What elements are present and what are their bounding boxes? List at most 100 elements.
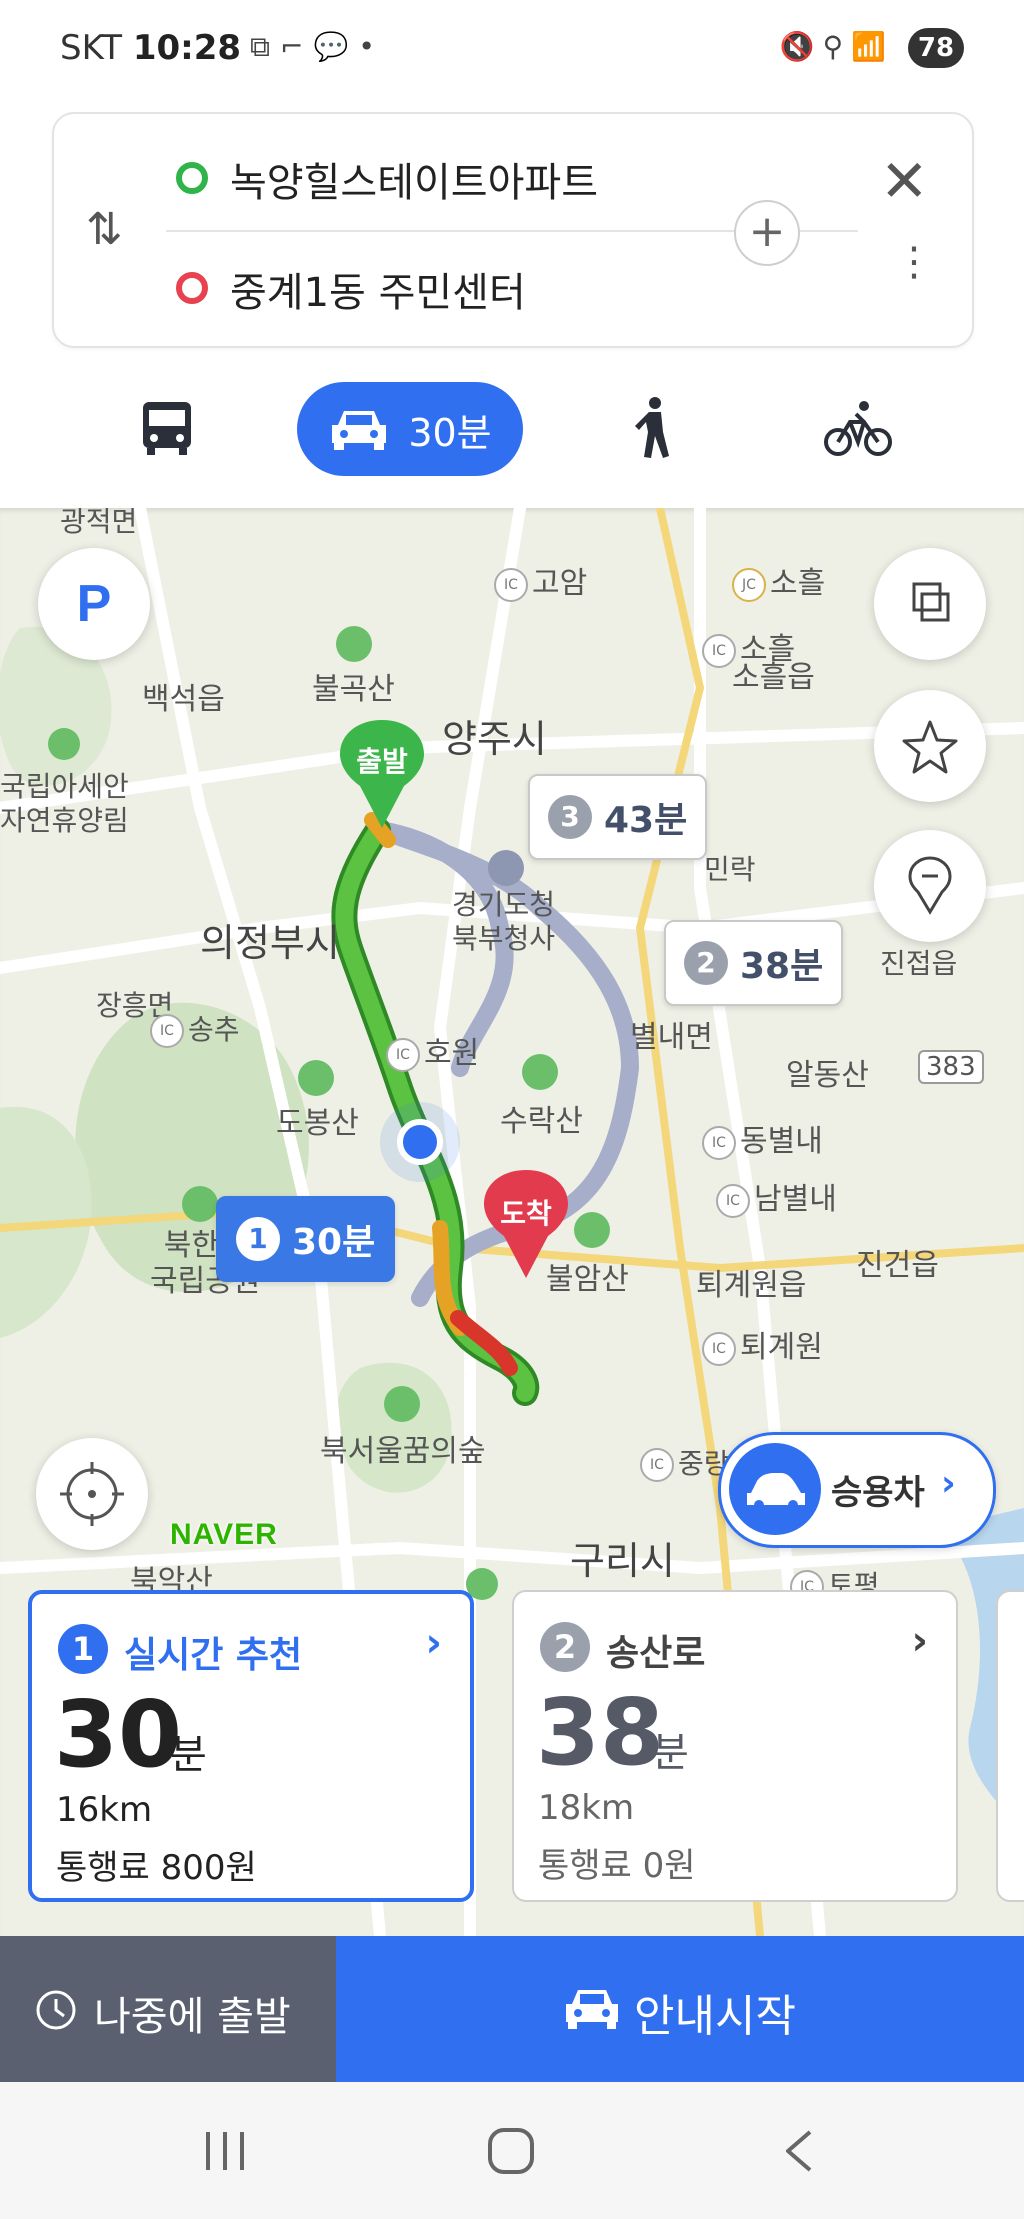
map-label: 국립아세안 자연휴양림	[0, 770, 129, 837]
car-icon	[332, 411, 387, 450]
talk-icon: 💬	[313, 30, 359, 63]
map-label: IC 동별내	[702, 1116, 823, 1160]
ic-icon: IC	[716, 1183, 750, 1218]
tab-bike[interactable]	[822, 382, 894, 476]
battery-indicator: 78	[908, 28, 964, 68]
location-icon: ⚲	[822, 30, 852, 63]
layers-icon	[912, 582, 950, 622]
map-label: IC 고암	[494, 558, 587, 602]
screenshot-icon: ⧉	[250, 30, 280, 63]
status-carrier: SKT 10:28	[60, 28, 242, 68]
ic-icon: IC	[150, 1014, 184, 1048]
route-card-2[interactable]: 2 송산로 › 38 분 18km 통행료 0원	[512, 1590, 958, 1902]
system-icons: 🔇⚲📶	[780, 30, 894, 63]
route-time: 38	[536, 1679, 665, 1786]
destination-field[interactable]: 중계1동 주민센터	[230, 260, 526, 318]
my-location-button[interactable]	[36, 1438, 148, 1550]
bus-icon	[143, 402, 191, 455]
depart-later-button[interactable]: 나중에 출발	[0, 1936, 336, 2082]
map-label: 양주시	[442, 717, 547, 761]
star-icon	[902, 720, 958, 774]
jc-icon: JC	[732, 567, 766, 602]
chevron-right-icon: ›	[911, 1618, 928, 1664]
tab-walk[interactable]	[622, 382, 684, 476]
vehicle-type-button[interactable]: 승용차 ›	[718, 1432, 996, 1548]
place-button[interactable]	[874, 830, 986, 942]
car-icon	[566, 1990, 618, 2029]
map-label: JC 소흘	[732, 558, 825, 602]
origin-field[interactable]: 녹양힐스테이트아파트	[230, 150, 598, 208]
ic-icon: IC	[702, 1331, 736, 1366]
map-label: 알동산	[786, 1058, 869, 1093]
wifi-icon: 📶	[851, 30, 894, 63]
map-label: IC 송추	[150, 1008, 240, 1048]
crosshair-icon	[60, 1462, 124, 1526]
start-navigation-label: 안내시작	[634, 1991, 796, 2042]
route-distance: 18km	[538, 1788, 635, 1828]
status-time: 10:28	[132, 28, 242, 68]
route-bubble-3[interactable]: 3 43분	[528, 774, 708, 860]
chevron-right-icon: ›	[425, 1620, 442, 1666]
destination-dot-icon	[176, 272, 208, 304]
swap-icon[interactable]: ⇅	[86, 204, 123, 255]
pin-icon	[908, 856, 952, 915]
map-label: 별내면	[630, 1020, 713, 1055]
route-bubble-1[interactable]: 1 30분	[216, 1196, 396, 1282]
car-duration: 30분	[408, 410, 492, 455]
route-time: 30	[54, 1681, 183, 1788]
map-label: 불곡산	[312, 672, 395, 707]
bike-icon	[824, 401, 892, 456]
ic-icon: IC	[494, 567, 528, 602]
parking-button[interactable]: P	[38, 548, 150, 660]
route-shield-383: 383	[918, 1050, 984, 1084]
tab-transit[interactable]	[130, 382, 204, 476]
chevron-right-icon: ›	[941, 1463, 956, 1504]
map-label: 의정부시	[200, 921, 340, 965]
notch-icon: ⌐	[280, 30, 314, 63]
map-label: 북서울꿈의숲	[320, 1434, 486, 1469]
map-label: IC 퇴계원	[702, 1322, 823, 1366]
route-distance: 16km	[56, 1790, 153, 1830]
route-number-badge: 1	[58, 1624, 108, 1674]
favorite-button[interactable]	[874, 690, 986, 802]
walk-icon	[635, 397, 669, 458]
ic-icon: IC	[640, 1448, 674, 1482]
close-icon[interactable]: ✕	[880, 152, 929, 210]
map-label: IC 중랑	[640, 1442, 730, 1482]
route-bubble-2[interactable]: 2 38분	[664, 920, 844, 1006]
route-search-card: ⇅ 녹양힐스테이트아파트 + 중계1동 주민센터 ✕ ⋮	[52, 112, 974, 348]
status-bar: SKT 10:28 ⧉⌐💬• 🔇⚲📶 78	[0, 0, 1024, 100]
vehicle-type-label: 승용차	[831, 1473, 925, 1513]
recent-apps-icon[interactable]	[200, 2128, 250, 2174]
route-number-badge: 2	[540, 1622, 590, 1672]
map-label: 진접읍	[880, 947, 958, 980]
map-label: 진건읍	[856, 1248, 939, 1283]
map-label: 소흘읍	[732, 660, 815, 695]
depart-later-label: 나중에 출발	[94, 1994, 291, 2040]
start-navigation-button[interactable]: 안내시작	[336, 1936, 1024, 2082]
layers-button[interactable]	[874, 548, 986, 660]
tab-car[interactable]: 30분	[297, 382, 523, 476]
home-icon[interactable]	[486, 2126, 536, 2176]
notification-icons: ⧉⌐💬•	[250, 30, 385, 64]
route-card-1[interactable]: 1 실시간 추천 › 30 분 16km 통행료 800원	[28, 1590, 474, 1902]
back-icon[interactable]	[780, 2128, 816, 2174]
clock-icon	[36, 1990, 76, 2030]
route-title: 실시간 추천	[124, 1635, 303, 1676]
map-label: 퇴계원읍	[696, 1268, 807, 1303]
map-label: 광적면	[60, 508, 138, 538]
transport-mode-tabs: 30분	[0, 368, 1024, 488]
route-time-unit: 분	[652, 1730, 689, 1776]
map-label: 수락산	[500, 1104, 583, 1139]
route-time-unit: 분	[170, 1732, 207, 1778]
map-label: 구리시	[570, 1539, 675, 1583]
route-card-3-peek[interactable]	[996, 1590, 1024, 1902]
more-options-icon[interactable]: ⋮	[894, 242, 934, 282]
add-waypoint-button[interactable]: +	[734, 200, 800, 266]
ic-icon: IC	[702, 633, 736, 668]
map-label: 도봉산	[276, 1106, 359, 1141]
map-label: 민락	[704, 853, 756, 886]
start-pin: 출발	[340, 720, 424, 834]
dot-icon: •	[358, 30, 385, 63]
map-label: IC 호원	[386, 1028, 479, 1072]
